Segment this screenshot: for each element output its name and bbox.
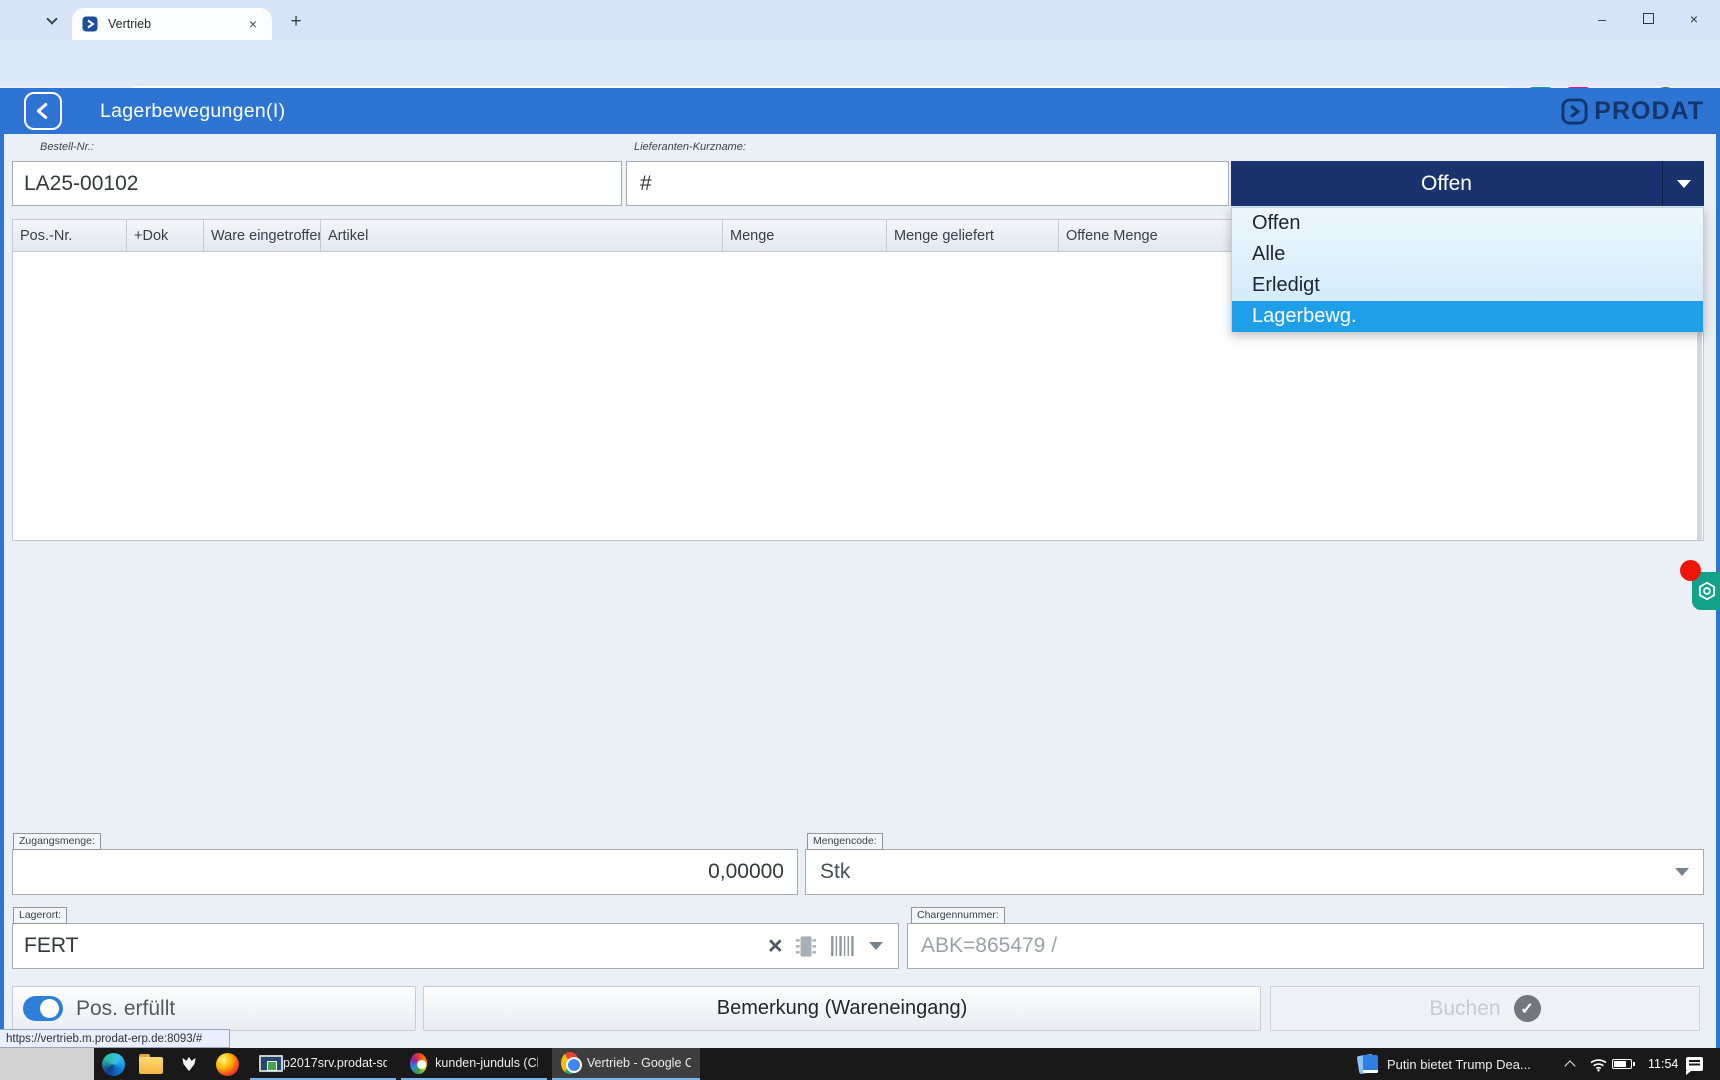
dropdown-option-lagerbewg[interactable]: Lagerbewg. (1232, 301, 1703, 332)
maximize-button[interactable] (1638, 11, 1658, 27)
app-border-left (0, 134, 4, 1048)
filter-dropdown-list: Offen Alle Erledigt Lagerbewg. (1231, 207, 1704, 332)
mengencode-select[interactable]: Stk (805, 849, 1704, 895)
clear-field-icon[interactable]: × (768, 934, 783, 959)
page-title: Lagerbewegungen(I) (100, 88, 285, 134)
dropdown-option-offen[interactable]: Offen (1232, 208, 1703, 239)
taskbar-app-label: p2017srv.prodat-sql.d... (283, 1056, 387, 1070)
dropdown-option-erledigt[interactable]: Erledigt (1232, 270, 1703, 301)
chevron-left-icon (30, 98, 56, 124)
taskbar-explorer-icon[interactable] (132, 1048, 170, 1080)
news-icon (1357, 1053, 1379, 1075)
mengencode-label: Mengencode: (807, 833, 883, 850)
pos-erfuellt-label: Pos. erfüllt (76, 997, 175, 1021)
column-header-artikel[interactable]: Artikel (321, 220, 723, 251)
taskbar-app-chrome[interactable]: Vertrieb - Google Chr... (552, 1048, 700, 1080)
bestell-nr-label: Bestell-Nr.: (40, 141, 94, 153)
battery-icon[interactable] (1612, 1048, 1632, 1080)
mengencode-value: Stk (820, 860, 850, 884)
taskbar-bat-app-icon[interactable] (170, 1048, 208, 1080)
taskbar-left-window-fragment (0, 1048, 94, 1080)
lagerort-tools: × (768, 923, 883, 969)
notification-center-icon[interactable] (1686, 1048, 1703, 1080)
bestell-nr-input[interactable]: LA25-00102 (12, 161, 622, 206)
buchen-button[interactable]: Buchen ✓ (1270, 986, 1700, 1031)
lieferant-label: Lieferanten-Kurzname: (634, 141, 746, 153)
filter-selected-value: Offen (1231, 161, 1662, 206)
rdp-icon (259, 1055, 275, 1071)
column-header-menge[interactable]: Menge (723, 220, 887, 251)
taskbar-firefox-icon[interactable] (208, 1048, 246, 1080)
chevron-down-icon (46, 13, 57, 24)
column-header-ware-eingetroffen[interactable]: Ware eingetroffer (204, 220, 321, 251)
taskbar-app-label: Vertrieb - Google Chr... (587, 1056, 691, 1070)
column-header-pos-nr[interactable]: Pos.-Nr. (13, 220, 127, 251)
clock[interactable]: 11:54 (1648, 1048, 1678, 1080)
maximize-icon (1643, 13, 1654, 24)
news-headline: Putin bietet Trump Dea... (1387, 1057, 1531, 1072)
caret-down-icon[interactable] (869, 942, 883, 950)
tab-close-icon[interactable]: × (244, 15, 262, 33)
chat-app-icon (410, 1053, 427, 1074)
pos-erfuellt-toggle[interactable] (23, 996, 63, 1021)
app-back-button[interactable] (24, 92, 62, 130)
taskbar-app-rdp[interactable]: p2017srv.prodat-sql.d... (250, 1048, 396, 1080)
window-controls: – × (1592, 0, 1712, 38)
taskbar-app-kunden[interactable]: kunden-junduls (Cha... (401, 1048, 547, 1080)
buchen-label: Buchen (1429, 997, 1500, 1021)
check-icon: ✓ (1514, 995, 1541, 1022)
status-bar-link: https://vertrieb.m.prodat-erp.de:8093/# (0, 1029, 230, 1048)
zugangsmenge-label: Zugangsmenge: (13, 833, 101, 850)
dropdown-option-alle[interactable]: Alle (1232, 239, 1703, 270)
barcode-icon[interactable] (829, 935, 857, 957)
pos-erfuellt-panel: Pos. erfüllt (12, 986, 416, 1031)
tray-chevron-up-icon[interactable] (1566, 1048, 1574, 1080)
bemerkung-button[interactable]: Bemerkung (Wareneingang) (423, 986, 1261, 1031)
close-button[interactable]: × (1684, 11, 1704, 27)
new-tab-button[interactable]: + (284, 10, 308, 34)
caret-down-icon (1677, 180, 1691, 188)
chargennummer-input[interactable]: ABK=865479 / (907, 923, 1704, 969)
prodat-logo-text: PRODAT (1594, 97, 1704, 126)
prodat-favicon-icon (82, 16, 98, 32)
column-header-menge-geliefert[interactable]: Menge geliefert (887, 220, 1059, 251)
chargennummer-label: Chargennummer: (911, 907, 1005, 924)
lagerort-input[interactable]: FERT (12, 923, 899, 969)
prodat-logo-icon (1561, 98, 1588, 125)
prodat-logo: PRODAT (1561, 88, 1704, 134)
chrome-icon (561, 1052, 579, 1074)
taskbar: p2017srv.prodat-sql.d... kunden-junduls … (0, 1048, 1720, 1080)
lagerort-label: Lagerort: (13, 907, 67, 924)
taskbar-edge-icon[interactable] (94, 1048, 132, 1080)
browser-tab-vertrieb[interactable]: Vertrieb × (72, 8, 272, 40)
taskbar-app-label: kunden-junduls (Cha... (435, 1056, 538, 1070)
lieferant-input[interactable]: # (626, 161, 1229, 206)
notification-dot (1680, 560, 1701, 581)
taskbar-news-widget[interactable]: Putin bietet Trump Dea... (1348, 1048, 1562, 1080)
tab-title: Vertrieb (108, 17, 244, 31)
tab-search-button[interactable] (40, 9, 64, 33)
filter-dropdown-button[interactable]: Offen (1231, 161, 1704, 206)
chip-icon[interactable] (795, 933, 817, 960)
column-header-dok[interactable]: +Dok (127, 220, 204, 251)
browser-tab-strip: Vertrieb × + – × (0, 0, 1720, 40)
toggle-knob (40, 999, 59, 1018)
minimize-button[interactable]: – (1592, 11, 1612, 27)
wifi-icon[interactable] (1589, 1048, 1608, 1080)
filter-dropdown-arrow[interactable] (1662, 161, 1704, 206)
zugangsmenge-input[interactable]: 0,00000 (12, 849, 798, 895)
browser-toolbar: ← → vertrieb.m.prodat-erp.de:8093 ☆ S S … (0, 40, 1720, 86)
caret-down-icon[interactable] (1675, 868, 1689, 876)
